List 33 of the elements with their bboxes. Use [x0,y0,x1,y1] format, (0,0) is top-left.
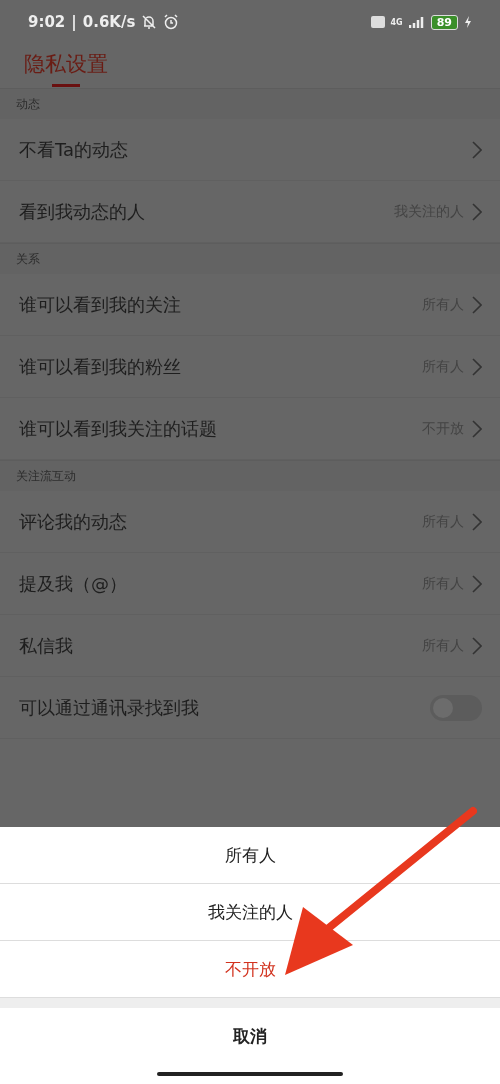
row-label: 谁可以看到我的粉丝 [19,354,182,379]
chevron-right-icon [472,636,482,655]
row-label: 不看Ta的动态 [19,137,130,162]
row-label: 看到我动态的人 [19,199,146,224]
sheet-option[interactable]: 我关注的人 [0,884,500,941]
row-label: 私信我 [19,633,74,658]
row-label: 评论我的动态 [19,509,128,534]
chevron-right-icon [472,512,482,531]
battery-level: 89 [430,14,458,30]
chevron-right-icon [472,357,482,376]
chevron-right-icon [472,419,482,438]
sheet-option[interactable]: 所有人 [0,827,500,884]
chevron-right-icon [472,140,482,159]
network-type: 4G [390,17,403,27]
chevron-right-icon [472,202,482,221]
sheet-option[interactable]: 不开放 [0,941,500,998]
chevron-right-icon [472,295,482,314]
separator: | [71,13,77,31]
row-label: 谁可以看到我的关注 [19,292,182,317]
row-label: 谁可以看到我关注的话题 [19,416,218,441]
settings-row[interactable]: 不看Ta的动态 [0,119,500,181]
bell-off-icon [141,14,158,30]
row-label: 可以通过通讯录找到我 [19,695,200,720]
settings-row[interactable]: 可以通过通讯录找到我 [0,677,500,739]
status-time: 9:02 [28,13,66,31]
status-speed: 0.6K/s [82,13,136,31]
charging-icon [464,16,472,28]
signal-icon [408,16,425,28]
cancel-button[interactable]: 取消 [0,1008,500,1064]
chevron-right-icon [472,574,482,593]
page-title: 隐私设置 [24,51,108,78]
row-label: 提及我（@） [19,571,128,596]
alarm-clock-icon [163,14,180,30]
